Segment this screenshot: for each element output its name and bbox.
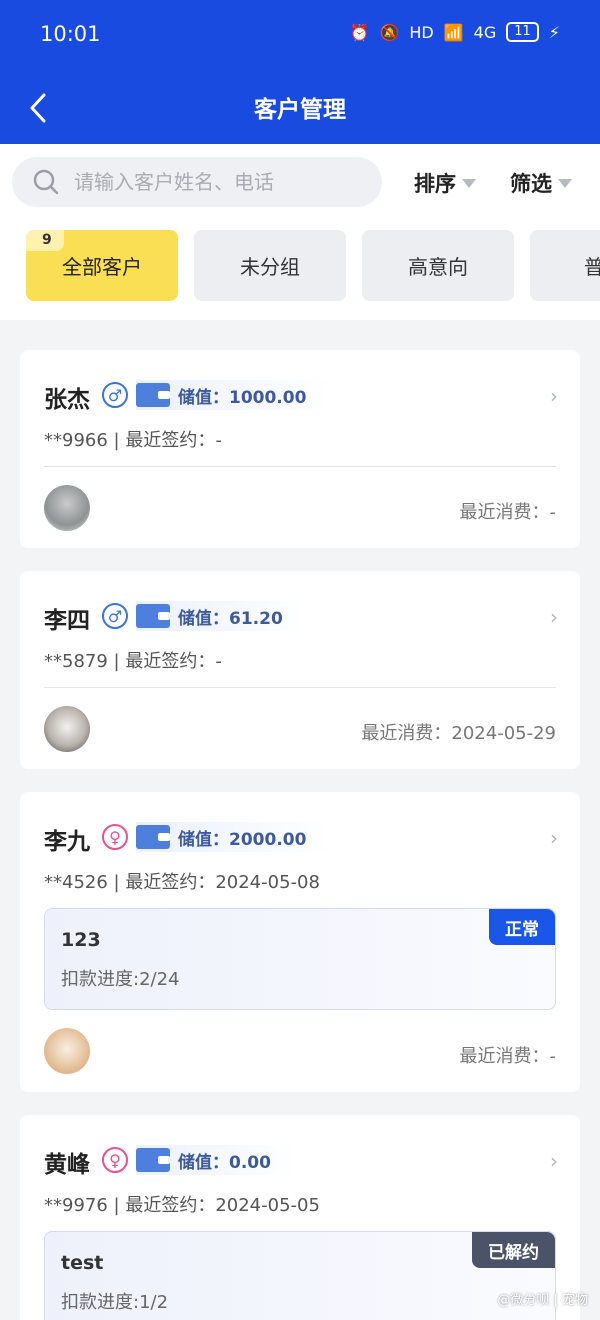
watermark: @微分呗 | 宠物 bbox=[497, 1293, 588, 1308]
avatar bbox=[44, 1028, 90, 1074]
status-time: 10:01 bbox=[40, 22, 101, 46]
contract-progress: 扣款进度:1/2 bbox=[61, 1292, 169, 1313]
wifi-icon: 📶 bbox=[443, 22, 464, 42]
chevron-right-icon: › bbox=[550, 1149, 558, 1173]
tab-label: 全部客户 bbox=[62, 255, 142, 279]
status-bar: 10:01 ⏰ 🔕 HD 📶 4G 11 ⚡ bbox=[0, 0, 600, 72]
tab-count-badge: 9 bbox=[26, 230, 64, 251]
customer-name: 黄峰 bbox=[44, 1152, 90, 1178]
mute-icon: 🔕 bbox=[379, 22, 400, 42]
stored-value-text: 储值：2000.00 bbox=[178, 829, 307, 850]
last-spend: 最近消费：- bbox=[459, 502, 557, 523]
dropdown-arrow-icon bbox=[558, 178, 572, 188]
male-icon: ♂ bbox=[102, 382, 128, 408]
alarm-icon: ⏰ bbox=[349, 22, 370, 42]
contract-name: test bbox=[61, 1252, 104, 1274]
stored-value: 储值：1000.00 bbox=[136, 380, 331, 410]
search-row: 排序 筛选 bbox=[0, 144, 600, 220]
filter-label: 筛选 bbox=[510, 172, 552, 196]
customer-name: 李四 bbox=[44, 608, 90, 634]
male-icon: ♂ bbox=[102, 603, 128, 629]
status-icons: ⏰ 🔕 HD 📶 4G 11 ⚡ bbox=[350, 22, 560, 42]
contract-name: 123 bbox=[61, 929, 101, 951]
female-icon: ♀ bbox=[102, 1147, 128, 1173]
status-badge: 已解约 bbox=[472, 1232, 555, 1268]
customer-card[interactable]: 张杰 ♂ 储值：1000.00 › **9966 | 最近签约：- 最近消费：- bbox=[20, 350, 580, 548]
stored-value: 储值：2000.00 bbox=[136, 822, 331, 852]
hd-icon: HD bbox=[409, 22, 434, 42]
wallet-icon bbox=[136, 1148, 170, 1172]
wallet-icon bbox=[136, 825, 170, 849]
customer-card[interactable]: 李九 ♀ 储值：2000.00 › **4526 | 最近签约：2024-05-… bbox=[20, 792, 580, 1092]
wallet-icon bbox=[136, 604, 170, 628]
avatar bbox=[44, 485, 90, 531]
last-spend: 最近消费：- bbox=[459, 1046, 557, 1067]
customer-card[interactable]: 李四 ♂ 储值：61.20 › **5879 | 最近签约：- 最近消费：202… bbox=[20, 571, 580, 769]
divider bbox=[44, 687, 556, 688]
contract-progress: 扣款进度:2/24 bbox=[61, 969, 180, 990]
stored-value-text: 储值：61.20 bbox=[178, 608, 283, 629]
battery-icon: 11 bbox=[506, 22, 539, 42]
avatar bbox=[44, 706, 90, 752]
chevron-right-icon: › bbox=[550, 826, 558, 850]
contract-card[interactable]: test 扣款进度:1/2 已解约 bbox=[44, 1231, 556, 1320]
search-input[interactable] bbox=[74, 170, 344, 194]
search-box[interactable] bbox=[12, 157, 382, 207]
female-icon: ♀ bbox=[102, 824, 128, 850]
wallet-icon bbox=[136, 383, 170, 407]
sort-label: 排序 bbox=[414, 172, 456, 196]
tab-ungrouped[interactable]: 未分组 bbox=[194, 230, 346, 301]
stored-value: 储值：61.20 bbox=[136, 601, 307, 631]
charging-icon: ⚡ bbox=[548, 22, 560, 42]
dropdown-arrow-icon bbox=[462, 178, 476, 188]
last-spend: 最近消费：2024-05-29 bbox=[361, 723, 556, 744]
phone-and-sign: **9976 | 最近签约：2024-05-05 bbox=[44, 1195, 320, 1216]
chevron-right-icon: › bbox=[550, 384, 558, 408]
phone-and-sign: **9966 | 最近签约：- bbox=[44, 430, 222, 451]
search-icon bbox=[33, 169, 59, 195]
tab-all-customers[interactable]: 9 全部客户 bbox=[26, 230, 178, 301]
status-badge: 正常 bbox=[489, 909, 555, 945]
stored-value-text: 储值：1000.00 bbox=[178, 387, 307, 408]
customer-name: 李九 bbox=[44, 829, 90, 855]
sort-button[interactable]: 排序 bbox=[414, 168, 476, 198]
stored-value-text: 储值：0.00 bbox=[178, 1152, 271, 1173]
phone-and-sign: **4526 | 最近签约：2024-05-08 bbox=[44, 872, 320, 893]
tab-high-intent[interactable]: 高意向 bbox=[362, 230, 514, 301]
tab-label: 普 bbox=[584, 255, 600, 279]
page-title: 客户管理 bbox=[254, 97, 346, 123]
tab-label: 高意向 bbox=[408, 255, 468, 279]
signal-icon: 4G bbox=[473, 22, 497, 42]
tab-label: 未分组 bbox=[240, 255, 300, 279]
nav-bar: 客户管理 bbox=[0, 72, 600, 144]
group-tabs: 9 全部客户 未分组 高意向 普 bbox=[0, 220, 600, 320]
phone-and-sign: **5879 | 最近签约：- bbox=[44, 651, 222, 672]
contract-card[interactable]: 123 扣款进度:2/24 正常 bbox=[44, 908, 556, 1010]
chevron-right-icon: › bbox=[550, 605, 558, 629]
customer-card[interactable]: 黄峰 ♀ 储值：0.00 › **9976 | 最近签约：2024-05-05 … bbox=[20, 1115, 580, 1320]
stored-value: 储值：0.00 bbox=[136, 1145, 295, 1175]
customer-name: 张杰 bbox=[44, 387, 90, 413]
tab-normal[interactable]: 普 bbox=[530, 230, 600, 301]
filter-button[interactable]: 筛选 bbox=[510, 168, 572, 198]
divider bbox=[44, 466, 556, 467]
